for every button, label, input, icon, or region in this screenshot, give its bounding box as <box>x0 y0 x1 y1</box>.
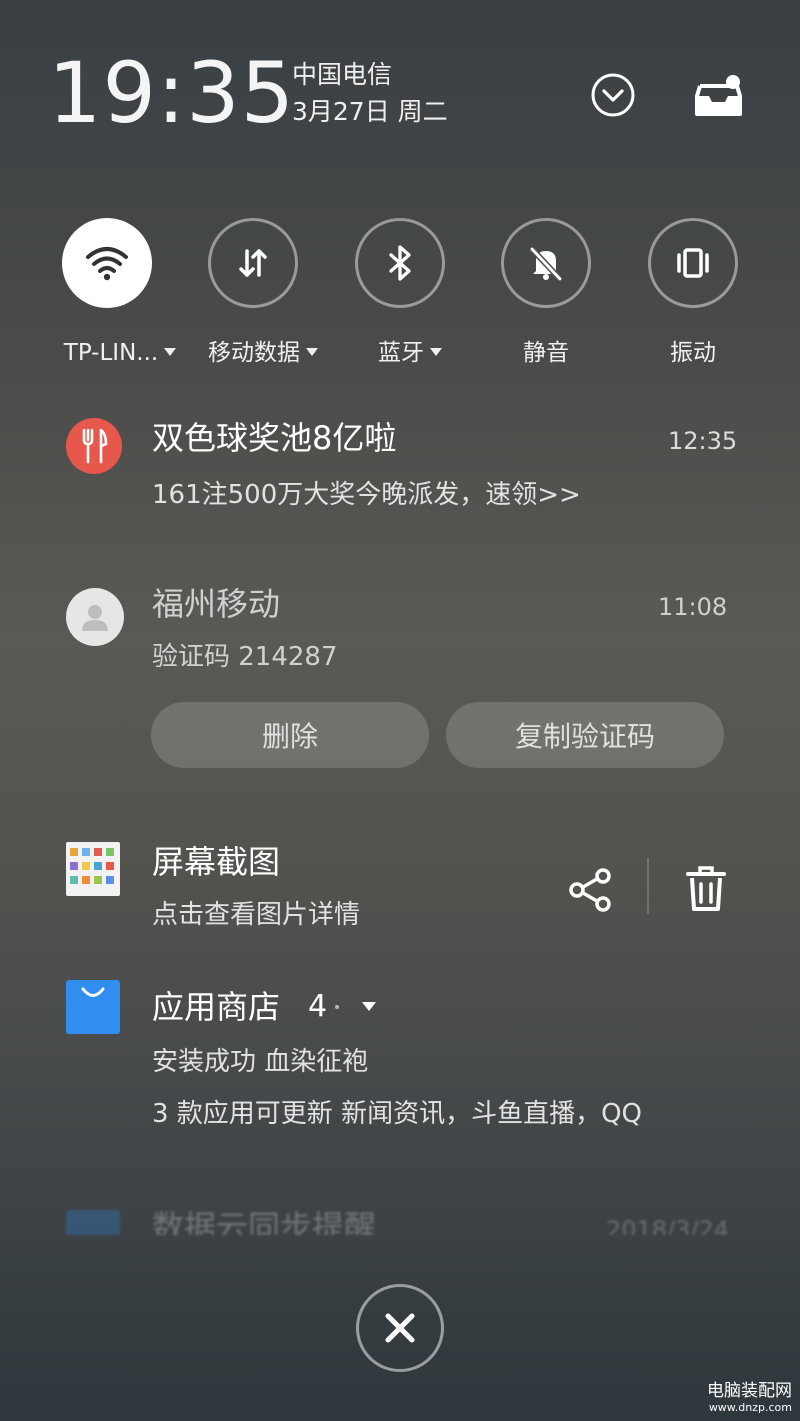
copy-code-button[interactable]: 复制验证码 <box>446 702 724 768</box>
notification-text: 安装成功 血染征袍 <box>152 1047 369 1077</box>
wifi-toggle[interactable] <box>62 218 152 308</box>
notification-count: 4 <box>308 989 328 1024</box>
action-divider <box>647 858 649 914</box>
lottery-app-icon <box>66 418 122 474</box>
wifi-network-name: TP-LIN... <box>63 340 159 366</box>
mobile-data-label: 移动数据 <box>208 340 300 366</box>
vibrate-icon <box>677 248 709 278</box>
notification-title: 双色球奖池8亿啦 <box>152 419 397 457</box>
watermark-title: 电脑装配网 <box>707 1381 792 1401</box>
contact-avatar-icon <box>82 605 108 631</box>
close-icon <box>385 1313 415 1343</box>
expand-button[interactable] <box>587 69 639 121</box>
bluetooth-toggle-label[interactable]: 蓝牙 <box>335 338 485 368</box>
dropdown-caret-icon <box>430 347 442 356</box>
notification-sms[interactable]: 福州移动 11:08 验证码 214287 删除 复制验证码 <box>0 570 800 780</box>
notification-appstore[interactable]: 应用商店 4 安装成功 血染征袍 3 款应用可更新 新闻资讯，斗鱼直播，QQ <box>0 975 800 1145</box>
bluetooth-toggle[interactable] <box>355 218 445 308</box>
date-text: 3月27日 周二 <box>292 97 448 126</box>
notification-inbox-button[interactable] <box>693 69 745 121</box>
notification-time: 2018/3/24 <box>606 1216 730 1235</box>
notification-screenshot[interactable]: 屏幕截图 点击查看图片详情 <box>0 830 800 945</box>
carrier-name: 中国电信 <box>292 60 393 89</box>
vibrate-label: 振动 <box>670 340 716 366</box>
notification-time: 12:35 <box>668 427 738 455</box>
notification-title: 福州移动 <box>152 585 281 623</box>
watermark-url: www.dnzp.com <box>708 1401 792 1414</box>
mute-toggle[interactable] <box>501 218 591 308</box>
share-icon <box>569 868 611 912</box>
clock-time: 19:35 <box>48 44 296 142</box>
share-button[interactable] <box>564 864 616 916</box>
sms-avatar <box>66 588 124 646</box>
appstore-app-icon <box>66 980 120 1034</box>
notification-text: 161注500万大奖今晚派发，速领>> <box>152 480 581 510</box>
delete-button[interactable]: 删除 <box>151 702 429 768</box>
chevron-down-icon <box>591 73 635 117</box>
notification-sync[interactable]: 数据云同步提醒 2018/3/24 <box>0 1195 800 1235</box>
fork-knife-icon <box>82 428 108 464</box>
notification-title: 数据云同步提醒 <box>152 1208 377 1235</box>
bluetooth-label: 蓝牙 <box>378 340 424 366</box>
shopping-bag-icon <box>81 987 105 997</box>
notification-text: 验证码 214287 <box>152 642 338 672</box>
mobile-data-icon <box>239 249 267 277</box>
bluetooth-icon <box>389 245 411 281</box>
dropdown-caret-icon <box>164 347 177 356</box>
mobile-data-toggle-label[interactable]: 移动数据 <box>188 338 338 368</box>
notification-time: 11:08 <box>658 593 728 621</box>
notification-title: 应用商店 <box>152 988 281 1026</box>
sync-app-icon <box>66 1210 120 1235</box>
notification-title: 屏幕截图 <box>152 843 281 881</box>
inbox-icon <box>695 75 742 116</box>
expand-caret-icon[interactable] <box>362 1002 376 1011</box>
dropdown-caret-icon <box>306 347 318 356</box>
delete-screenshot-button[interactable] <box>680 862 732 916</box>
mobile-data-toggle[interactable] <box>208 218 298 308</box>
separator-dot <box>335 1005 339 1009</box>
screenshot-thumbnail <box>66 842 120 896</box>
clear-all-button[interactable] <box>356 1284 444 1372</box>
mute-label: 静音 <box>523 340 569 366</box>
wifi-toggle-label[interactable]: TP-LIN... <box>45 338 195 368</box>
notification-text: 点击查看图片详情 <box>152 900 361 930</box>
vibrate-toggle[interactable] <box>648 218 738 308</box>
wifi-icon <box>86 247 128 281</box>
notification-text-secondary: 3 款应用可更新 新闻资讯，斗鱼直播，QQ <box>152 1099 643 1129</box>
mute-icon <box>529 246 563 282</box>
trash-icon <box>686 866 726 911</box>
notification-lottery[interactable]: 双色球奖池8亿啦 12:35 161注500万大奖今晚派发，速领>> <box>0 400 800 530</box>
watermark: 电脑装配网 www.dnzp.com <box>707 1381 792 1415</box>
